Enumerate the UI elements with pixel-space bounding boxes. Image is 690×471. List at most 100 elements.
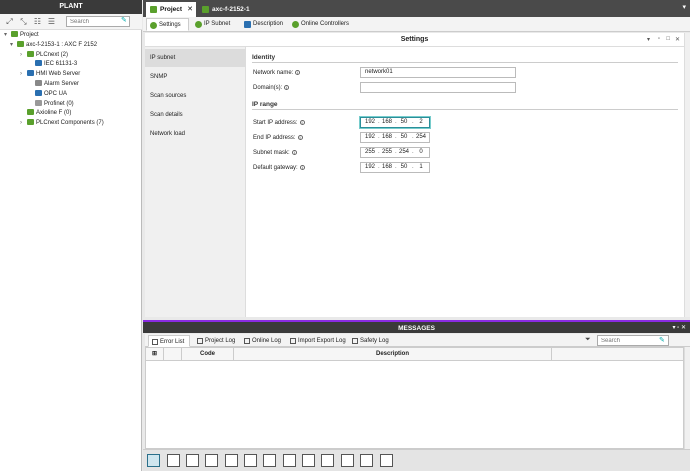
ip-octet[interactable]: 50 bbox=[398, 118, 410, 127]
maximize-icon[interactable]: □ bbox=[666, 36, 670, 42]
ip-octet[interactable]: 254 bbox=[415, 133, 427, 142]
column-type-icon[interactable]: ⊞ bbox=[146, 348, 164, 361]
tab-safety-log[interactable]: Safety Log bbox=[349, 335, 393, 347]
cross-reference-icon[interactable] bbox=[167, 454, 180, 467]
tab-settings-label: Settings bbox=[159, 22, 181, 28]
tab-online-log[interactable]: Online Log bbox=[241, 335, 283, 347]
ip-octet[interactable]: 192 bbox=[364, 133, 376, 142]
info-icon[interactable]: i bbox=[299, 165, 305, 170]
plant-panel: PLANT ⤢ ⤡ ☷ ☰ ✎ ▾Project▾axc-f-2153-1 : … bbox=[0, 0, 142, 471]
ip-octet[interactable]: 168 bbox=[381, 118, 393, 127]
column-description[interactable]: Description bbox=[234, 348, 552, 361]
tree-item-label: OPC UA bbox=[44, 90, 68, 97]
ip-address-field[interactable]: 192. 168. 50. 2 bbox=[360, 117, 430, 128]
column-code[interactable]: Code bbox=[182, 348, 234, 361]
tree-item[interactable]: ▾ Project bbox=[4, 31, 39, 40]
expand-all-icon[interactable]: ⤢ bbox=[5, 17, 14, 26]
tree-item[interactable]: IEC 61131-3 bbox=[28, 60, 77, 69]
tree-item[interactable]: › PLCnext (2) bbox=[20, 50, 68, 60]
collapse-all-icon[interactable]: ⤡ bbox=[19, 17, 28, 26]
info-icon[interactable]: i bbox=[295, 70, 301, 75]
breakpoints-icon[interactable] bbox=[321, 454, 334, 467]
chevron-right-icon[interactable]: › bbox=[20, 51, 27, 60]
network-name-field[interactable]: network01 bbox=[360, 67, 516, 78]
domains-field[interactable] bbox=[360, 82, 516, 93]
chevron-down-icon[interactable]: ▾ bbox=[682, 3, 686, 11]
info-icon[interactable]: i bbox=[297, 135, 303, 140]
ip-separator: . bbox=[378, 134, 380, 140]
pin-icon[interactable]: ▾ bbox=[647, 36, 650, 43]
search-clear-icon[interactable]: ✎ bbox=[659, 336, 665, 344]
ip-separator: . bbox=[395, 164, 397, 170]
tasks-icon[interactable] bbox=[302, 454, 315, 467]
messages-table-header: ⊞ Code Description bbox=[146, 348, 683, 361]
ip-octet[interactable]: 50 bbox=[398, 133, 410, 142]
filter-list-icon[interactable]: ☰ bbox=[47, 17, 56, 26]
tree-item[interactable]: › PLCnext Components (7) bbox=[20, 119, 104, 128]
vertical-scrollbar[interactable] bbox=[684, 33, 690, 317]
info-icon[interactable]: i bbox=[284, 85, 290, 90]
tree-item[interactable]: ▾ axc-f-2153-1 : AXC F 2152 bbox=[10, 40, 97, 50]
nav-ip-subnet[interactable]: IP subnet bbox=[145, 49, 246, 67]
safety-icon[interactable] bbox=[360, 454, 373, 467]
nav-scan-details[interactable]: Scan details bbox=[145, 106, 246, 124]
tab-project-log[interactable]: Project Log bbox=[194, 335, 238, 347]
info-icon[interactable]: i bbox=[291, 150, 297, 155]
chevron-down-icon[interactable]: ▾ bbox=[4, 31, 11, 40]
tab-controller[interactable]: axc-f-2152-1 bbox=[198, 2, 256, 17]
ip-octet[interactable]: 255 bbox=[381, 148, 393, 157]
network-scan-icon[interactable] bbox=[341, 454, 354, 467]
tab-import-export-log[interactable]: Import Export Log bbox=[287, 335, 347, 347]
memory-icon[interactable] bbox=[225, 454, 238, 467]
ip-octet[interactable]: 0 bbox=[415, 148, 427, 157]
close-icon[interactable]: ✕ bbox=[675, 36, 680, 43]
restore-icon[interactable]: ▫ bbox=[658, 36, 660, 42]
search-clear-icon[interactable]: ✎ bbox=[121, 17, 129, 25]
tree-item[interactable]: › HMI Web Server bbox=[20, 70, 80, 79]
tree-view-icon[interactable]: ☷ bbox=[33, 17, 42, 26]
tab-project[interactable]: Project ✕ bbox=[146, 2, 196, 17]
messages-view-icon[interactable] bbox=[147, 454, 160, 467]
tree-item[interactable]: OPC UA bbox=[28, 89, 68, 99]
close-icon[interactable]: ✕ bbox=[187, 2, 193, 17]
io-monitor-icon[interactable] bbox=[263, 454, 276, 467]
tab-settings[interactable]: Settings bbox=[146, 18, 189, 31]
data-list-icon[interactable] bbox=[205, 454, 218, 467]
ip-octet[interactable]: 50 bbox=[398, 163, 410, 172]
tab-description[interactable]: Description bbox=[241, 18, 287, 31]
logic-analyzer-icon[interactable] bbox=[283, 454, 296, 467]
messages-title: MESSAGES bbox=[398, 325, 435, 332]
ip-octet[interactable]: 192 bbox=[364, 163, 376, 172]
nav-snmp[interactable]: SNMP bbox=[145, 68, 246, 86]
online-controllers-icon bbox=[292, 21, 299, 28]
chevron-right-icon[interactable]: › bbox=[20, 119, 27, 128]
ip-octet[interactable]: 168 bbox=[381, 163, 393, 172]
tree-item[interactable]: Alarm Server bbox=[28, 80, 79, 89]
domains-label-text: Domain(s): bbox=[253, 85, 283, 91]
component-library-icon[interactable] bbox=[244, 454, 257, 467]
ip-octet[interactable]: 1 bbox=[415, 163, 427, 172]
tree-item[interactable]: Axioline F (0) bbox=[20, 109, 71, 118]
messages-scrollbar[interactable] bbox=[684, 347, 690, 449]
ip-octet[interactable]: 254 bbox=[398, 148, 410, 157]
tree-item[interactable]: Profinet (0) bbox=[28, 99, 74, 109]
variables-watch-icon[interactable] bbox=[186, 454, 199, 467]
ip-address-field[interactable]: 255. 255. 254. 0 bbox=[360, 147, 430, 158]
tab-ip-subnet[interactable]: IP Subnet bbox=[192, 18, 238, 31]
info-icon[interactable]: i bbox=[299, 120, 305, 125]
ip-address-field[interactable]: 192. 168. 50. 1 bbox=[360, 162, 430, 173]
filter-icon[interactable]: ⏷ bbox=[585, 336, 591, 344]
column-severity[interactable] bbox=[164, 348, 182, 361]
diagnostics-icon[interactable] bbox=[380, 454, 393, 467]
tab-online-controllers[interactable]: Online Controllers bbox=[289, 18, 351, 31]
ip-octet[interactable]: 255 bbox=[364, 148, 376, 157]
nav-scan-sources[interactable]: Scan sources bbox=[145, 87, 246, 105]
ip-octet[interactable]: 192 bbox=[364, 118, 376, 127]
chevron-right-icon[interactable]: › bbox=[20, 70, 27, 79]
ip-address-field[interactable]: 192. 168. 50. 254 bbox=[360, 132, 430, 143]
ip-octet[interactable]: 2 bbox=[415, 118, 427, 127]
ip-octet[interactable]: 168 bbox=[381, 133, 393, 142]
tab-error-list[interactable]: Error List bbox=[148, 335, 190, 347]
chevron-down-icon[interactable]: ▾ bbox=[10, 41, 17, 50]
nav-network-load[interactable]: Network load bbox=[145, 125, 246, 143]
